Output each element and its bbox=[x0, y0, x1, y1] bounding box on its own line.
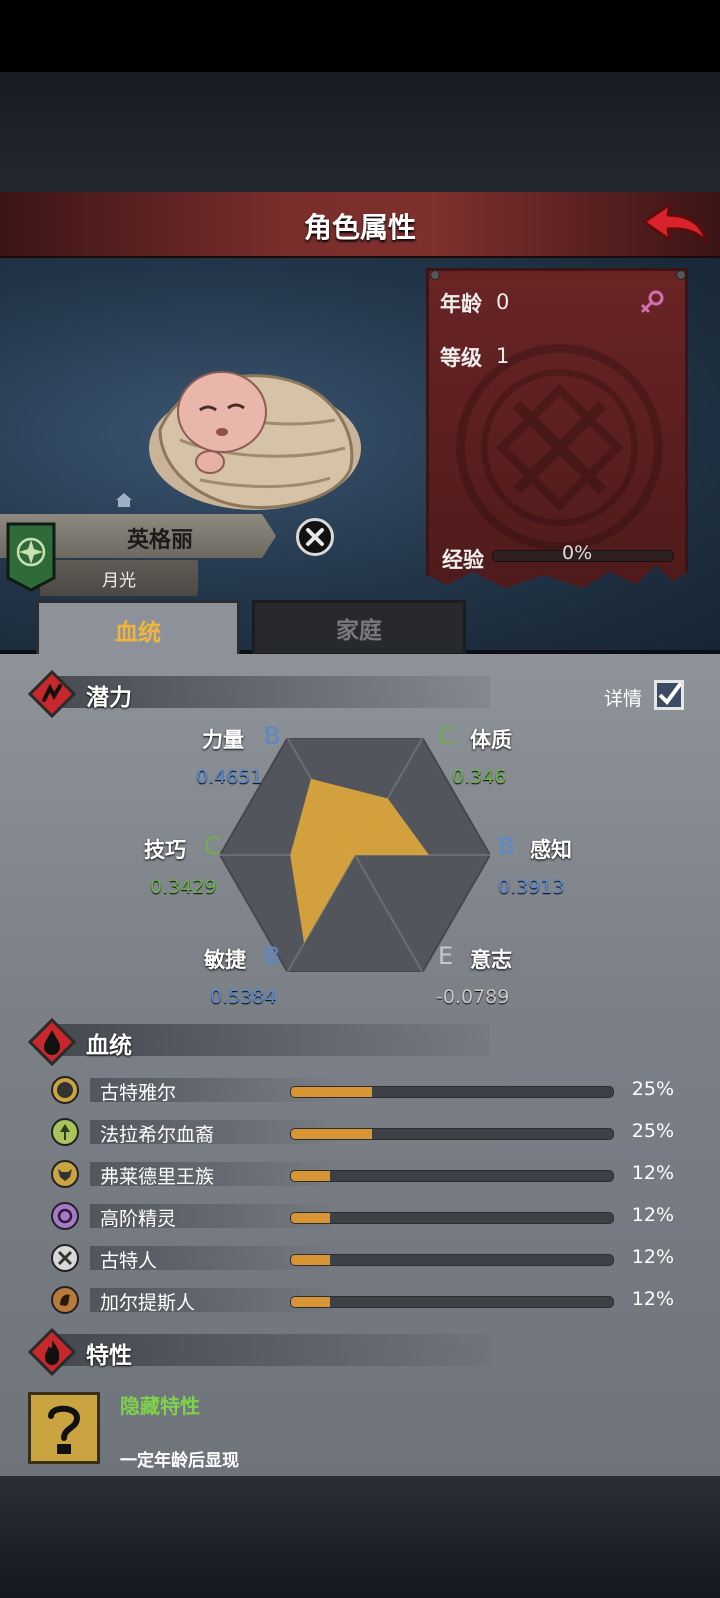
character-title: 月光 bbox=[102, 571, 136, 591]
bloodline-bar bbox=[290, 1128, 614, 1140]
attr-grade-constitution: C bbox=[438, 722, 455, 750]
bloodline-bar bbox=[290, 1086, 614, 1098]
baby-portrait bbox=[149, 371, 361, 510]
age-label: 年龄 bbox=[440, 292, 482, 316]
tab-bar: 血统 家庭 bbox=[30, 600, 470, 656]
bloodline-bar-fill bbox=[291, 1213, 330, 1223]
attr-grade-agility: B bbox=[264, 942, 281, 970]
bloodline-row: 古特雅尔 25% bbox=[48, 1073, 688, 1109]
tab-bloodline[interactable]: 血统 bbox=[36, 600, 240, 656]
age-value: 0 bbox=[496, 290, 510, 314]
bloodline-title: 血统 bbox=[86, 1033, 132, 1059]
attr-grade-perception: B bbox=[498, 832, 515, 860]
gutjar-emblem-icon bbox=[51, 1076, 79, 1104]
bull-emblem-icon bbox=[51, 1160, 79, 1188]
attr-name-willpower: 意志 bbox=[470, 948, 512, 972]
attr-value-constitution: 0.346 bbox=[452, 766, 507, 788]
bloodline-name: 高阶精灵 bbox=[100, 1208, 177, 1230]
exp-value: 0% bbox=[562, 542, 593, 564]
question-mark-icon bbox=[48, 1405, 81, 1454]
bloodline-bar-fill bbox=[291, 1255, 330, 1265]
status-bar bbox=[0, 0, 720, 72]
level-value: 1 bbox=[496, 344, 510, 368]
close-button[interactable] bbox=[296, 518, 334, 556]
potential-icon bbox=[28, 670, 76, 718]
attr-grade-willpower: E bbox=[438, 942, 454, 970]
attr-name-skill: 技巧 bbox=[144, 838, 186, 862]
bottom-area bbox=[0, 1476, 720, 1598]
check-icon bbox=[658, 681, 683, 706]
back-arrow-icon[interactable] bbox=[640, 198, 710, 250]
exp-label: 经验 bbox=[442, 548, 484, 572]
close-icon bbox=[306, 528, 324, 546]
bloodline-name: 古特雅尔 bbox=[100, 1082, 177, 1104]
traits-title: 特性 bbox=[86, 1343, 132, 1369]
bloodline-name: 弗莱德里王族 bbox=[100, 1166, 215, 1188]
tree-emblem-icon bbox=[51, 1118, 79, 1146]
bloodline-bar-fill bbox=[291, 1087, 372, 1097]
detail-checkbox[interactable] bbox=[654, 680, 684, 710]
bloodline-row: 古特人 12% bbox=[48, 1241, 688, 1277]
bloodline-row: 弗莱德里王族 12% bbox=[48, 1157, 688, 1193]
faction-banner-icon bbox=[6, 522, 56, 592]
bloodline-percent: 25% bbox=[631, 1120, 674, 1142]
attr-value-agility: 0.5384 bbox=[210, 986, 277, 1008]
attr-value-skill: 0.3429 bbox=[150, 876, 217, 898]
character-name: 英格丽 bbox=[126, 528, 193, 553]
top-backdrop bbox=[0, 72, 720, 192]
bloodline-bar bbox=[290, 1254, 614, 1266]
bloodline-name: 古特人 bbox=[100, 1250, 158, 1272]
bloodline-percent: 12% bbox=[631, 1162, 674, 1184]
bloodline-name: 加尔提斯人 bbox=[100, 1292, 196, 1314]
potential-title: 潜力 bbox=[86, 685, 132, 711]
hidden-trait-slot[interactable] bbox=[28, 1392, 100, 1464]
level-label: 等级 bbox=[440, 346, 482, 370]
flame-icon bbox=[28, 1328, 76, 1376]
detail-label: 详情 bbox=[604, 688, 643, 710]
tab-family[interactable]: 家庭 bbox=[252, 600, 466, 656]
potential-section-header: 潜力 bbox=[28, 670, 490, 718]
female-symbol-icon bbox=[641, 290, 664, 313]
attr-name-constitution: 体质 bbox=[470, 728, 512, 752]
attr-name-strength: 力量 bbox=[202, 728, 244, 752]
attr-grade-skill: C bbox=[204, 832, 221, 860]
bloodline-row: 加尔提斯人 12% bbox=[48, 1283, 688, 1319]
bloodline-bar bbox=[290, 1170, 614, 1182]
attr-name-perception: 感知 bbox=[530, 838, 572, 862]
attr-value-strength: 0.4651 bbox=[196, 766, 263, 788]
blood-drop-icon bbox=[28, 1018, 76, 1066]
panel-rivet bbox=[430, 270, 440, 280]
traits-section-header: 特性 bbox=[28, 1328, 490, 1376]
bloodline-row: 高阶精灵 12% bbox=[48, 1199, 688, 1235]
panel-rivet bbox=[676, 270, 686, 280]
bloodline-section-header: 血统 bbox=[28, 1018, 490, 1066]
bloodline-name: 法拉希尔血裔 bbox=[100, 1124, 215, 1146]
bloodline-bar-fill bbox=[291, 1171, 330, 1181]
bloodline-percent: 12% bbox=[631, 1204, 674, 1226]
bloodline-bar-fill bbox=[291, 1129, 372, 1139]
bloodline-bar-fill bbox=[291, 1297, 330, 1307]
attr-value-perception: 0.3913 bbox=[498, 876, 565, 898]
hidden-trait-name: 隐藏特性 bbox=[120, 1394, 200, 1418]
beast-emblem-icon bbox=[51, 1286, 79, 1314]
hidden-trait-description: 一定年龄后显现 bbox=[120, 1451, 239, 1471]
home-icon bbox=[116, 493, 132, 507]
attr-grade-strength: B bbox=[264, 722, 281, 750]
celtic-knot-emblem bbox=[456, 344, 663, 551]
attr-name-agility: 敏捷 bbox=[204, 948, 246, 972]
crossed-axes-icon bbox=[51, 1244, 79, 1272]
title-banner: 角色属性 bbox=[0, 192, 720, 259]
bloodline-row: 法拉希尔血裔 25% bbox=[48, 1115, 688, 1151]
bloodline-percent: 12% bbox=[631, 1246, 674, 1268]
bloodline-percent: 25% bbox=[631, 1078, 674, 1100]
bloodline-percent: 12% bbox=[631, 1288, 674, 1310]
bloodline-bar bbox=[290, 1212, 614, 1224]
attr-value-willpower: -0.0789 bbox=[436, 986, 510, 1008]
bloodline-bar bbox=[290, 1296, 614, 1308]
page-title: 角色属性 bbox=[303, 211, 416, 244]
elf-emblem-icon bbox=[51, 1202, 79, 1230]
